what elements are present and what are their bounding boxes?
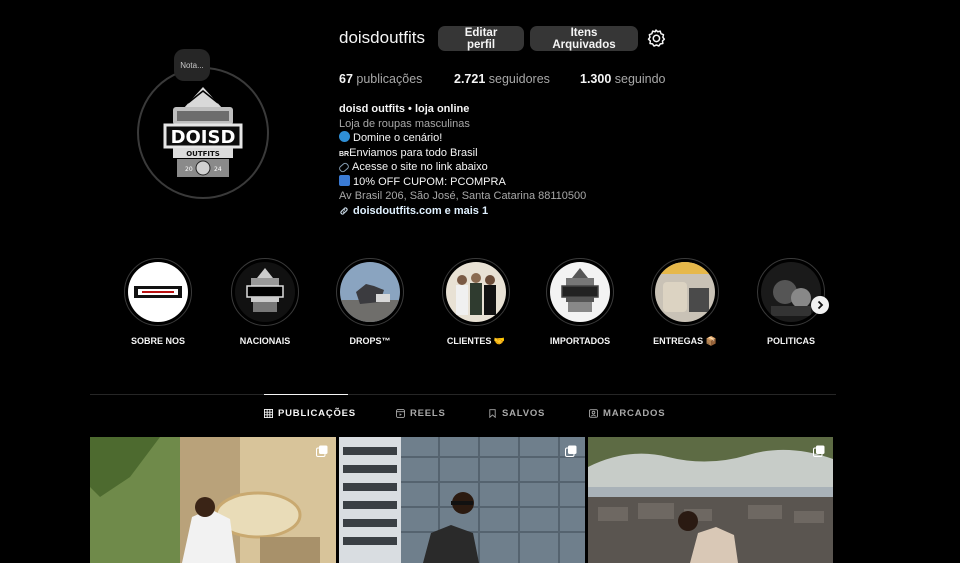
tab-publicacoes[interactable]: PUBLICAÇÕES: [264, 408, 356, 419]
link-icon: [337, 161, 351, 174]
highlight-importados[interactable]: IMPORTADOS: [535, 258, 625, 346]
following-count: 1.300: [580, 72, 612, 86]
post-image: [339, 437, 585, 563]
bio-line-1-text: Domine o cenário!: [353, 132, 443, 144]
bio-line-2-text: Enviamos para todo Brasil: [349, 146, 478, 159]
highlight-drops[interactable]: DROPS™: [325, 258, 415, 346]
bio-address[interactable]: Av Brasil 206, São José, Santa Catarina …: [339, 189, 586, 204]
carousel-icon: [565, 445, 577, 457]
chain-link-icon: [340, 207, 348, 215]
reels-icon: [396, 409, 405, 418]
highlight-cover: [446, 262, 506, 322]
profile-bio: doisd outfits • loja online Loja de roup…: [337, 102, 586, 219]
edit-profile-button[interactable]: Editar perfil: [438, 26, 524, 51]
highlight-nacionais[interactable]: NACIONAIS: [220, 258, 310, 346]
posts-stat: 67 publicações: [339, 72, 422, 86]
tagged-icon: [589, 409, 598, 418]
carousel-icon: [813, 445, 825, 457]
grid-icon: [264, 409, 273, 418]
following-label: seguindo: [614, 72, 666, 86]
highlight-ring: [757, 258, 825, 326]
highlight-cover: [128, 262, 188, 322]
highlight-label: CLIENTES 🤝: [446, 336, 506, 346]
chevron-right-icon: [817, 300, 824, 310]
bio-link[interactable]: doisdoutfits.com e mais 1: [339, 204, 586, 219]
flag-icon: BR: [339, 150, 350, 158]
bio-line-3: Acesse o site no link abaixo: [337, 160, 586, 175]
followers-count: 2.721: [454, 72, 486, 86]
tab-label: SALVOS: [502, 408, 546, 419]
highlight-clientes[interactable]: CLIENTES 🤝: [431, 258, 521, 347]
svg-text:20: 20: [185, 166, 193, 173]
bookmark-icon: [489, 409, 496, 418]
followers-stat[interactable]: 2.721 seguidores: [454, 72, 550, 86]
post-thumbnail[interactable]: [90, 437, 336, 563]
brand-logo: DOISD OUTFITS 20 24: [143, 73, 263, 193]
highlight-label: POLITICAS: [766, 336, 815, 346]
tab-reels[interactable]: REELS: [396, 408, 446, 419]
bio-line-2: BREnviamos para todo Brasil: [339, 146, 586, 161]
post-thumbnail[interactable]: [339, 437, 585, 563]
highlight-cover: [655, 262, 715, 322]
highlight-cover: [761, 262, 821, 322]
svg-text:24: 24: [214, 166, 222, 173]
highlight-cover: [340, 262, 400, 322]
highlight-label: SOBRE NOS: [130, 336, 185, 346]
bio-category: Loja de roupas masculinas: [339, 117, 470, 130]
bio-line-1: Domine o cenário!: [339, 131, 586, 146]
tab-label: PUBLICAÇÕES: [278, 408, 356, 419]
svg-text:OUTFITS: OUTFITS: [186, 150, 220, 158]
tab-marcados[interactable]: MARCADOS: [589, 408, 665, 419]
bio-line-4: 10% OFF CUPOM: PCOMPRA: [339, 174, 586, 190]
svg-text:DOISD: DOISD: [171, 127, 236, 148]
highlight-ring: [336, 258, 404, 326]
note-bubble[interactable]: Nota...: [174, 49, 210, 81]
highlight-ring: [442, 258, 510, 326]
highlight-entregas[interactable]: ENTREGAS 📦: [640, 258, 730, 347]
posts-count: 67: [339, 72, 353, 86]
profile-avatar[interactable]: DOISD OUTFITS 20 24: [137, 67, 269, 199]
post-image: [90, 437, 336, 563]
tab-label: REELS: [410, 408, 446, 419]
highlight-ring: [651, 258, 719, 326]
highlight-cover: [550, 262, 610, 322]
highlight-cover: [235, 262, 295, 322]
instagram-profile-page: DOISD OUTFITS 20 24 Nota... doisdoutfits…: [0, 0, 960, 563]
active-tab-indicator: [264, 394, 348, 395]
bio-line-3-text: Acesse o site no link abaixo: [352, 161, 488, 173]
highlight-ring: [546, 258, 614, 326]
highlight-label: ENTREGAS 📦: [653, 336, 717, 346]
tab-label: MARCADOS: [603, 408, 666, 419]
bio-link-text: doisdoutfits.com e mais 1: [353, 204, 489, 217]
followers-label: seguidores: [488, 72, 550, 86]
highlight-label: IMPORTADOS: [549, 336, 611, 346]
story-highlights: SOBRE NOS NACIONAIS DROPS™ CLIENTES 🤝 IM…: [0, 258, 960, 353]
highlight-label: DROPS™: [349, 336, 391, 346]
following-stat[interactable]: 1.300 seguindo: [580, 72, 666, 86]
archived-items-button[interactable]: Itens Arquivados: [530, 26, 638, 51]
bio-name: doisd outfits • loja online: [339, 103, 470, 115]
post-thumbnail[interactable]: [588, 437, 833, 563]
gear-icon[interactable]: [646, 28, 666, 48]
post-image: [588, 437, 833, 563]
globe-icon: [339, 131, 350, 142]
tab-salvos[interactable]: SALVOS: [488, 408, 545, 419]
carousel-icon: [316, 445, 328, 457]
highlight-ring: [231, 258, 299, 326]
highlights-next-button[interactable]: [811, 296, 829, 314]
highlight-sobre-nos[interactable]: SOBRE NOS: [113, 258, 203, 346]
tabs-divider: [90, 394, 836, 395]
highlight-label: NACIONAIS: [239, 336, 291, 346]
highlight-ring: [124, 258, 192, 326]
posts-label: publicações: [356, 72, 423, 86]
down-arrow-icon: [339, 174, 350, 186]
profile-username: doisdoutfits: [339, 28, 425, 47]
bio-line-4-text: 10% OFF CUPOM: PCOMPRA: [353, 175, 506, 188]
